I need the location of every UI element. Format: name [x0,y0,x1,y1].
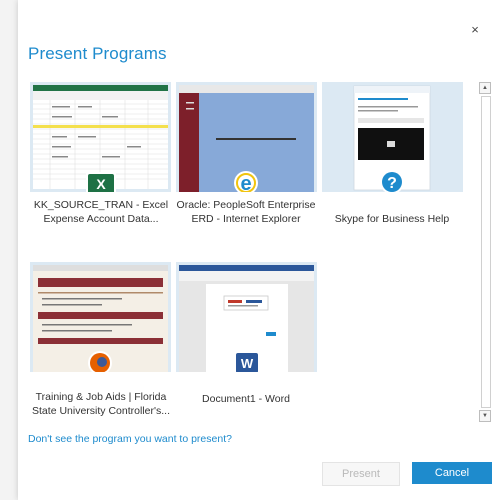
excel-icon: X [96,176,106,192]
program-label-firefox: Training & Job Aids | Florida State Univ… [32,391,170,417]
program-label-skype-help: Skype for Business Help [334,213,450,225]
program-tile-internet-explorer[interactable]: e [176,82,317,192]
word-thumbnail: W [179,265,314,372]
program-tile-firefox[interactable] [30,262,171,372]
word-icon: W [241,356,254,371]
internet-explorer-icon: e [240,173,251,192]
arrow-down-icon: ▼ [482,413,488,419]
dialog-title: Present Programs [28,44,167,63]
scrollbar-thumb[interactable] [481,96,491,408]
scroll-down-button[interactable]: ▼ [479,410,491,422]
missing-program-help-link[interactable]: Don't see the program you want to presen… [28,433,232,445]
firefox-thumbnail [33,265,168,372]
program-tile-excel[interactable]: X [30,82,171,192]
vertical-scrollbar[interactable]: ▲ ▼ [479,80,491,424]
program-tile-word[interactable]: W [176,262,317,372]
close-button[interactable]: × [467,22,483,38]
cancel-button[interactable]: Cancel [412,462,492,484]
close-icon: × [471,22,479,37]
skype-help-thumbnail: ? [353,85,431,192]
scroll-up-button[interactable]: ▲ [479,82,491,94]
ie-thumbnail: e [179,85,314,192]
arrow-up-icon: ▲ [482,85,488,91]
program-label-internet-explorer: Oracle: PeopleSoft Enterprise ERD - Inte… [176,199,316,225]
program-label-excel: KK_SOURCE_TRAN - Excel Expense Account D… [33,199,169,225]
present-button[interactable]: Present [322,462,400,486]
help-icon: ? [387,175,397,192]
program-tile-skype-help[interactable]: ? [322,82,463,192]
present-programs-dialog: × Present Programs X KK_SOURCE_TRAN - Ex… [18,0,492,500]
excel-thumbnail: X [33,85,168,192]
program-label-word: Document1 - Word [202,393,290,405]
